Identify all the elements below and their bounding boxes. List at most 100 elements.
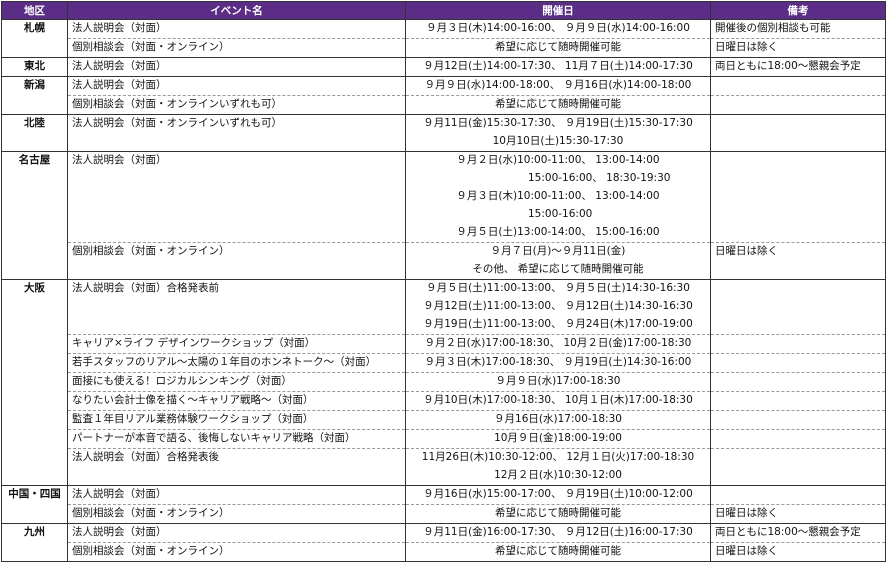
region-cell: 九州	[1, 523, 68, 562]
note-cell	[710, 114, 886, 152]
note-text	[715, 487, 881, 504]
date-line: ９月５日(土)11:00-13:00、 ９月５日(土)14:30-16:30	[426, 282, 690, 294]
date-line: 希望に応じて随時開催可能	[495, 41, 621, 53]
date-cell: ９月10日(木)17:00-18:30、 10月１日(木)17:00-18:30	[405, 391, 711, 411]
event-name-cell: 個別相談会（対面・オンライン）	[67, 504, 406, 524]
event-name: 法人説明会（対面）合格発表前	[72, 282, 219, 294]
event-name: 若手スタッフのリアル～太陽の１年目のホンネトーク～（対面）	[72, 356, 377, 368]
date-line: ９月10日(木)17:00-18:30、 10月１日(木)17:00-18:30	[423, 394, 693, 406]
date-cell: ９月11日(金)15:30-17:30、 ９月19日(土)15:30-17:30…	[405, 114, 711, 152]
note-text	[715, 412, 881, 429]
date-line: ９月11日(金)16:00-17:30、 ９月12日(土)16:00-17:30	[423, 526, 693, 538]
event-name: キャリア×ライフ デザインワークショップ（対面）	[72, 337, 316, 349]
event-name: 法人説明会（対面）	[72, 22, 167, 34]
note-cell	[710, 372, 886, 392]
table-row: 面接にも使える！ロジカルシンキング（対面） ９月９日(水)17:00-18:30	[2, 372, 886, 392]
date-line: 12月２日(水)10:30-12:00	[494, 469, 622, 481]
event-name-cell: パートナーが本音で語る、後悔しないキャリア戦略（対面）	[67, 429, 406, 449]
date-line: ９月16日(水)15:00-17:00、 ９月19日(土)10:00-12:00	[423, 488, 693, 500]
event-name: 法人説明会（対面）	[72, 60, 167, 72]
event-name-cell: 個別相談会（対面・オンライン）	[67, 542, 406, 562]
date-cell: ９月９日(水)17:00-18:30	[405, 372, 711, 392]
event-name-cell: 法人説明会（対面）	[67, 523, 406, 543]
event-name: なりたい会計士像を描く～キャリア戦略～（対面）	[72, 394, 314, 406]
note-text: 開催後の個別相談も可能	[715, 22, 831, 34]
event-name: 個別相談会（対面・オンライン）	[72, 245, 230, 257]
date-cell: 10月９日(金)18:00-19:00	[405, 429, 711, 449]
note-text: 日曜日は除く	[715, 545, 778, 557]
date-cell: ９月９日(水)14:00-18:00、 ９月16日(水)14:00-18:00	[405, 76, 711, 96]
note-cell: 開催後の個別相談も可能	[710, 19, 886, 39]
date-cell: ９月12日(土)14:00-17:30、 11月７日(土)14:00-17:30	[405, 57, 711, 77]
date-line: 10月10日(土)15:30-17:30	[492, 135, 624, 147]
event-name: 面接にも使える！ロジカルシンキング（対面）	[72, 375, 292, 387]
event-name: 監査１年目リアル業務体験ワークショップ（対面）	[72, 413, 314, 425]
note-cell	[710, 95, 886, 115]
event-name-cell: 個別相談会（対面・オンライン）	[67, 38, 406, 58]
note-cell: 日曜日は除く	[710, 542, 886, 562]
event-name-cell: 面接にも使える！ロジカルシンキング（対面）	[67, 372, 406, 392]
note-text	[715, 281, 881, 299]
date-line: 11月26日(木)10:30-12:00、 12月１日(火)17:00-18:3…	[421, 451, 695, 463]
table-row: 北陸 法人説明会（対面・オンラインいずれも可） ９月11日(金)15:30-17:3…	[1, 114, 886, 152]
note-text: 日曜日は除く	[715, 245, 778, 257]
date-line: ９月９日(水)14:00-18:00、 ９月16日(水)14:00-18:00	[424, 79, 692, 91]
date-line: ９月５日(土)13:00-14:00、 15:00-16:00	[456, 226, 660, 238]
event-name: 個別相談会（対面・オンラインいずれも可）	[72, 98, 282, 110]
note-cell	[710, 448, 886, 486]
event-name-cell: 法人説明会（対面）	[67, 151, 406, 243]
note-text	[715, 431, 881, 448]
table-row: 個別相談会（対面・オンライン） ９月７日(月)～９月11日(金) その他、 希望に応…	[2, 242, 886, 280]
table-row: 監査１年目リアル業務体験ワークショップ（対面） ９月16日(水)17:00-18:…	[2, 410, 886, 430]
note-cell: 日曜日は除く	[710, 504, 886, 524]
table-row: 個別相談会（対面・オンライン） 希望に応じて随時開催可能 日曜日は除く	[2, 38, 886, 58]
date-line: その他、 希望に応じて随時開催可能	[472, 263, 644, 275]
region-cell: 札幌	[1, 19, 68, 58]
table-row: 若手スタッフのリアル～太陽の１年目のホンネトーク～（対面） ９月３日(木)17:0…	[2, 353, 886, 373]
note-cell	[710, 429, 886, 449]
region-cell: 中国・四国	[1, 485, 68, 524]
table-row: 個別相談会（対面・オンラインいずれも可） 希望に応じて随時開催可能	[2, 95, 886, 115]
date-line: ９月７日(月)～９月11日(金)	[490, 245, 626, 257]
event-name-cell: なりたい会計士像を描く～キャリア戦略～（対面）	[67, 391, 406, 411]
date-cell: ９月２日(水)10:00-11:00、 13:00-14:00 15:00-16:…	[405, 151, 711, 243]
note-cell	[710, 391, 886, 411]
event-name-cell: 法人説明会（対面・オンラインいずれも可）	[67, 114, 406, 152]
event-name-cell: 監査１年目リアル業務体験ワークショップ（対面）	[67, 410, 406, 430]
date-cell: ９月７日(月)～９月11日(金) その他、 希望に応じて随時開催可能	[405, 242, 711, 280]
region-cell: 新潟	[1, 76, 68, 115]
date-cell: 希望に応じて随時開催可能	[405, 504, 711, 524]
note-cell: 両日ともに18:00～懇親会予定	[710, 57, 886, 77]
date-cell: ９月２日(水)17:00-18:30、 10月２日(金)17:00-18:30	[405, 334, 711, 354]
event-name: 法人説明会（対面）	[72, 526, 167, 538]
table-row: 個別相談会（対面・オンライン） 希望に応じて随時開催可能 日曜日は除く	[2, 542, 886, 562]
note-cell	[710, 76, 886, 96]
note-cell	[710, 334, 886, 354]
note-cell: 両日ともに18:00～懇親会予定	[710, 523, 886, 543]
date-line: ９月12日(土)11:00-13:00、 ９月12日(土)14:30-16:30	[423, 300, 693, 312]
event-name: 個別相談会（対面・オンライン）	[72, 41, 230, 53]
note-text	[715, 355, 881, 372]
event-name-cell: 個別相談会（対面・オンラインいずれも可）	[67, 95, 406, 115]
table-row: 法人説明会（対面）合格発表後 11月26日(木)10:30-12:00、 12月１…	[2, 448, 886, 486]
region-cell: 名古屋	[1, 151, 68, 280]
table-row: 東北 法人説明会（対面） ９月12日(土)14:00-17:30、 11月７日(土)…	[1, 57, 886, 77]
schedule-body: 札幌 法人説明会（対面） ９月３日(木)14:00-16:00、 ９月９日(水)14…	[1, 19, 886, 562]
date-line: 15:00-16:00	[528, 208, 593, 220]
table-row: 札幌 法人説明会（対面） ９月３日(木)14:00-16:00、 ９月９日(水)14…	[1, 19, 886, 58]
event-name: 個別相談会（対面・オンライン）	[72, 545, 230, 557]
date-line: ９月２日(水)10:00-11:00、 13:00-14:00	[456, 154, 660, 166]
date-cell: 希望に応じて随時開催可能	[405, 542, 711, 562]
event-name: 法人説明会（対面）	[72, 79, 167, 91]
date-line: ９月11日(金)15:30-17:30、 ９月19日(土)15:30-17:30	[423, 117, 693, 129]
date-line: 希望に応じて随時開催可能	[495, 98, 621, 110]
header-note: 備考	[710, 1, 886, 20]
note-text	[715, 116, 881, 134]
header-event: イベント名	[67, 1, 406, 20]
date-cell: 希望に応じて随時開催可能	[405, 95, 711, 115]
date-line: ９月３日(木)14:00-16:00、 ９月９日(水)14:00-16:00	[426, 22, 690, 34]
note-cell	[710, 410, 886, 430]
event-name-cell: 法人説明会（対面）	[67, 57, 406, 77]
date-cell: ９月11日(金)16:00-17:30、 ９月12日(土)16:00-17:30	[405, 523, 711, 543]
event-schedule-table: 地区 イベント名 開催日 備考 札幌 法人説明会（対面） ９月３日(木)14:00-…	[1, 1, 886, 562]
